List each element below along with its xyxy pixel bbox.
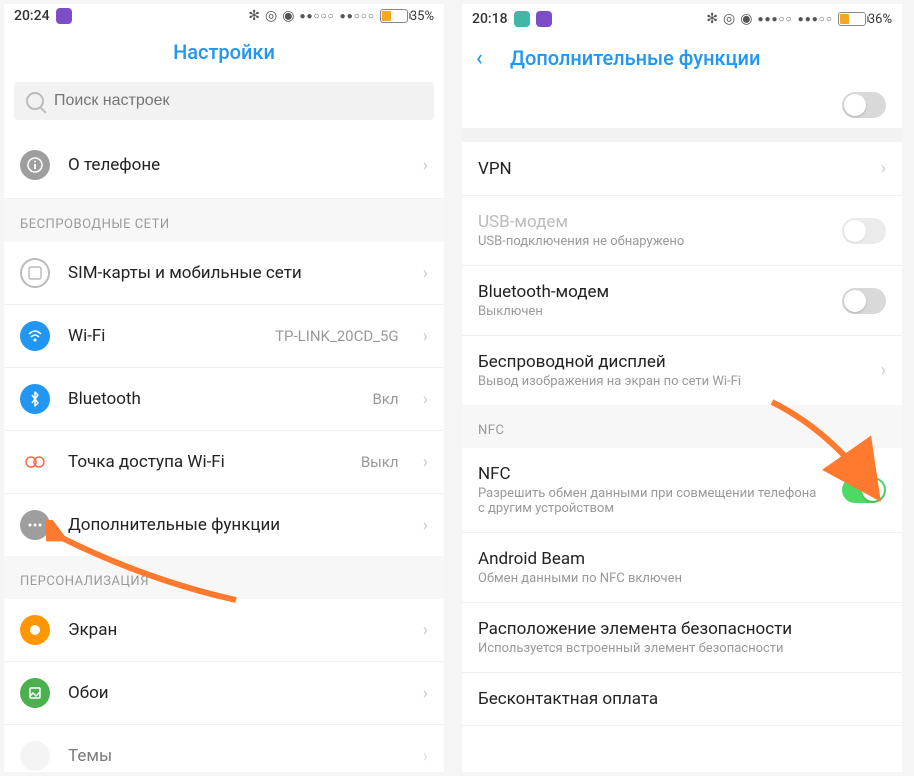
row-sublabel: Вывод изображения на экран по сети Wi-Fi [478,374,863,389]
page-title: ‹ Дополнительные функции [462,32,902,88]
toggle-bt-modem[interactable] [842,288,886,314]
row-label: Беспроводной дисплей [478,352,863,372]
bluetooth-icon [20,384,50,414]
row-sec-element[interactable]: Расположение элемента безопасности Испол… [462,603,902,673]
chevron-right-icon: › [881,158,886,179]
phone-right: 20:18 ✻ ◎ ◉ ●●●○○ ●●●○○ 36% ‹ Дополнител… [462,4,902,772]
toggle-nfc[interactable] [842,477,886,503]
hotspot-icon [20,447,50,477]
clock: 20:24 [14,8,50,24]
battery-indicator: 36% [838,12,892,27]
row-wallpaper[interactable]: Обои › [4,662,444,725]
row-label: Обои [68,683,405,703]
bluetooth-icon: ✻ [248,8,260,24]
row-wifi[interactable]: Wi-Fi TP-LINK_20CD_5G › [4,305,444,368]
row-display[interactable]: Экран › [4,599,444,662]
row-label: Темы [68,746,405,766]
row-sublabel: Обмен данными по NFC включен [478,571,886,586]
row-label: Bluetooth [68,389,354,409]
row-label: Дополнительные функции [68,515,405,535]
row-sublabel: USB-подключения не обнаружено [478,234,824,249]
clock: 20:18 [472,11,508,27]
signal-dots-1: ●●○○○ [299,11,334,22]
search-container[interactable] [14,82,434,120]
back-button[interactable]: ‹ [476,46,483,71]
statusbar-right: 20:18 ✻ ◎ ◉ ●●●○○ ●●●○○ 36% [462,4,902,32]
vibrate-icon: ◎ [265,8,277,24]
row-partial-toggle [462,88,902,128]
row-label: SIM-карты и мобильные сети [68,263,405,283]
bluetooth-icon: ✻ [706,11,718,27]
row-nfc[interactable]: NFC Разрешить обмен данными при совмещен… [462,448,902,533]
chevron-right-icon: › [423,746,428,767]
row-bluetooth[interactable]: Bluetooth Вкл › [4,368,444,431]
row-value: Выкл [361,453,399,471]
row-value: TP-LINK_20CD_5G [275,327,398,345]
chevron-right-icon: › [881,360,886,381]
row-label: Точка доступа Wi-Fi [68,452,343,472]
battery-indicator: 35% [380,9,434,24]
row-sim[interactable]: SIM-карты и мобильные сети › [4,242,444,305]
phone-left: 20:24 ✻ ◎ ◉ ●●○○○ ●●○○○ 35% Настройки О … [4,4,444,772]
toggle-partial[interactable] [842,92,886,118]
row-value: Вкл [372,390,398,408]
themes-icon [20,741,50,771]
row-sublabel: Используется встроенный элемент безопасн… [478,641,886,656]
row-themes[interactable]: Темы › [4,725,444,772]
signal-dots-1: ●●●○○ [757,14,792,25]
chevron-right-icon: › [423,620,428,641]
row-label: Android Beam [478,549,886,569]
section-personalization: ПЕРСОНАЛИЗАЦИЯ [4,556,444,599]
app-icon [514,11,530,27]
statusbar-left: 20:24 ✻ ◎ ◉ ●●○○○ ●●○○○ 35% [4,4,444,26]
section-nfc: NFC [462,405,902,448]
row-label: О телефоне [68,155,405,175]
info-icon [20,150,50,180]
vibrate-icon: ◎ [723,11,735,27]
row-label: Экран [68,620,405,640]
more-icon [20,510,50,540]
chevron-right-icon: › [423,389,428,410]
wallpaper-icon [20,678,50,708]
row-wireless-display[interactable]: Беспроводной дисплей Вывод изображения н… [462,336,902,405]
app-icon [56,8,72,24]
row-vpn[interactable]: VPN › [462,142,902,196]
chevron-right-icon: › [423,263,428,284]
row-android-beam[interactable]: Android Beam Обмен данными по NFC включе… [462,533,902,603]
chevron-right-icon: › [423,683,428,704]
row-bt-modem[interactable]: Bluetooth-модем Выключен [462,266,902,336]
section-wireless: БЕСПРОВОДНЫЕ СЕТИ [4,199,444,242]
wifi-icon [20,321,50,351]
row-label: Расположение элемента безопасности [478,619,886,639]
row-about-phone[interactable]: О телефоне › [4,132,444,199]
page-title: Настройки [4,26,444,82]
wifi-icon: ◉ [282,8,294,24]
chevron-right-icon: › [423,326,428,347]
row-label: Wi-Fi [68,326,257,346]
row-label: USB-модем [478,212,824,232]
chevron-right-icon: › [423,452,428,473]
row-label: NFC [478,464,824,484]
app-icon [536,11,552,27]
display-icon [20,615,50,645]
row-usb-modem[interactable]: USB-модем USB-подключения не обнаружено [462,196,902,266]
signal-dots-2: ●●○○○ [340,11,375,22]
row-sublabel: Выключен [478,304,824,319]
wifi-icon: ◉ [740,11,752,27]
row-more-features[interactable]: Дополнительные функции › [4,494,444,556]
row-label: VPN [478,159,863,179]
row-label: Bluetooth-модем [478,282,824,302]
chevron-right-icon: › [423,155,428,176]
signal-dots-2: ●●●○○ [798,14,833,25]
search-input[interactable] [54,92,422,110]
row-hotspot[interactable]: Точка доступа Wi-Fi Выкл › [4,431,444,494]
row-sublabel: Разрешить обмен данными при совмещении т… [478,486,824,516]
search-icon [26,92,44,110]
sim-icon [20,258,50,288]
toggle-usb-modem[interactable] [842,218,886,244]
chevron-right-icon: › [423,515,428,536]
row-tap-pay[interactable]: Бесконтактная оплата [462,673,902,726]
row-label: Бесконтактная оплата [478,689,886,709]
